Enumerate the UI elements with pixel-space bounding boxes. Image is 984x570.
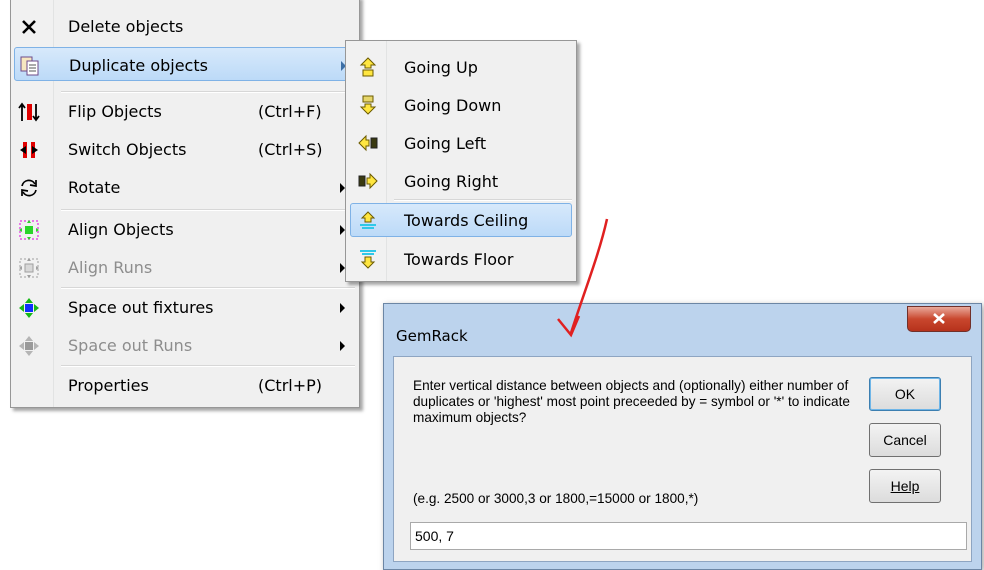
delete-x-icon (18, 16, 40, 38)
menu-separator (61, 287, 355, 289)
context-menu: Delete objects Duplicate objects Flip Ob… (10, 0, 360, 408)
duplicate-submenu: Going Up Going Down Going Left Going Rig… (345, 40, 577, 282)
flip-icon (18, 101, 40, 123)
menu-item-label: Align Objects (68, 220, 174, 239)
gemrack-dialog: GemRack Enter vertical distance between … (383, 303, 982, 570)
menu-item-label: Switch Objects (68, 140, 187, 159)
ok-button-label: OK (894, 386, 916, 402)
rotate-icon (18, 177, 40, 199)
cancel-button-label: Cancel (883, 432, 927, 448)
submenu-item-towards-floor[interactable]: Towards Floor (350, 242, 572, 276)
dialog-prompt-text: Enter vertical distance between objects … (413, 378, 850, 425)
menu-item-label: Space out Runs (68, 336, 193, 355)
dialog-titlebar[interactable]: GemRack (384, 304, 981, 356)
annotation-arrow-icon (557, 218, 609, 338)
submenu-item-label: Going Right (404, 172, 499, 191)
submenu-item-going-up[interactable]: Going Up (350, 50, 572, 84)
ok-button[interactable]: OK (869, 377, 941, 411)
submenu-item-label: Going Up (404, 58, 478, 77)
arrow-left-icon (358, 133, 378, 153)
menu-item-shortcut: (Ctrl+F) (258, 102, 322, 121)
menu-separator (61, 365, 355, 367)
submenu-item-going-down[interactable]: Going Down (350, 88, 572, 122)
dialog-example-text: (e.g. 2500 or 3000,3 or 1800,=15000 or 1… (413, 491, 699, 506)
distance-input[interactable]: 500, 7 (410, 522, 967, 550)
align-objects-icon (18, 219, 40, 241)
menu-separator (61, 209, 355, 211)
menu-item-switch-objects[interactable]: Switch Objects (Ctrl+S) (14, 132, 354, 166)
menu-item-align-objects[interactable]: Align Objects (14, 212, 354, 246)
submenu-item-label: Towards Floor (404, 250, 514, 269)
submenu-separator (394, 199, 572, 201)
close-button[interactable] (907, 306, 971, 332)
menu-item-label: Properties (68, 376, 149, 395)
towards-floor-icon (358, 249, 378, 269)
submenu-arrow-icon (340, 303, 345, 313)
help-button-label: Help (890, 478, 920, 494)
menu-item-shortcut: (Ctrl+P) (258, 376, 323, 395)
arrow-down-icon (358, 95, 378, 115)
menu-item-properties[interactable]: Properties (Ctrl+P) (14, 368, 354, 402)
menu-item-label: Duplicate objects (69, 56, 208, 75)
menu-item-delete-objects[interactable]: Delete objects (14, 9, 354, 43)
menu-item-space-out-runs[interactable]: Space out Runs (14, 328, 354, 362)
menu-item-label: Delete objects (68, 17, 184, 36)
submenu-arrow-icon (340, 341, 345, 351)
arrow-up-icon (358, 57, 378, 77)
switch-icon (18, 139, 40, 161)
space-out-fixtures-icon (18, 297, 40, 319)
menu-item-label: Space out fixtures (68, 298, 214, 317)
cancel-button[interactable]: Cancel (869, 423, 941, 457)
submenu-item-towards-ceiling[interactable]: Towards Ceiling (350, 203, 572, 237)
menu-item-flip-objects[interactable]: Flip Objects (Ctrl+F) (14, 94, 354, 128)
menu-item-duplicate-objects[interactable]: Duplicate objects (14, 47, 354, 81)
arrow-right-icon (358, 171, 378, 191)
submenu-item-label: Going Down (404, 96, 502, 115)
menu-item-shortcut: (Ctrl+S) (258, 140, 323, 159)
submenu-item-label: Towards Ceiling (404, 211, 529, 230)
menu-item-space-out-fixtures[interactable]: Space out fixtures (14, 290, 354, 324)
help-button[interactable]: Help (869, 469, 941, 503)
towards-ceiling-icon (358, 210, 378, 230)
space-out-runs-icon (18, 335, 40, 357)
menu-item-label: Flip Objects (68, 102, 162, 121)
duplicate-icon (19, 55, 41, 77)
menu-item-label: Align Runs (68, 258, 153, 277)
distance-input-value: 500, 7 (415, 528, 454, 544)
close-icon (933, 313, 945, 324)
align-runs-icon (18, 257, 40, 279)
submenu-item-label: Going Left (404, 134, 487, 153)
menu-item-align-runs[interactable]: Align Runs (14, 250, 354, 284)
submenu-item-going-right[interactable]: Going Right (350, 164, 572, 198)
dialog-body: Enter vertical distance between objects … (393, 356, 972, 562)
menu-item-rotate[interactable]: Rotate (14, 170, 354, 204)
menu-separator (61, 91, 355, 93)
submenu-item-going-left[interactable]: Going Left (350, 126, 572, 160)
dialog-title: GemRack (396, 327, 468, 345)
menu-item-label: Rotate (68, 178, 121, 197)
